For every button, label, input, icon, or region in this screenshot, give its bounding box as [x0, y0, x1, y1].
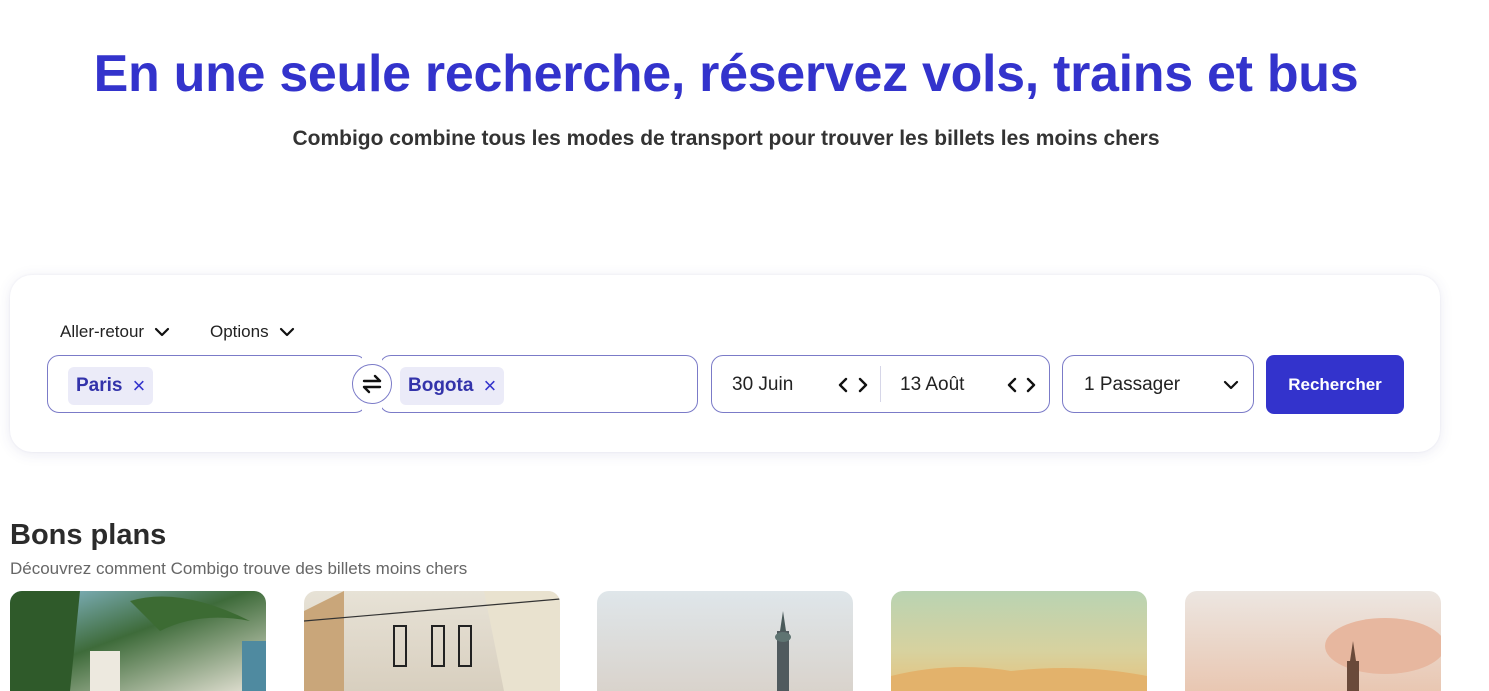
- palm-photo-icon: [10, 591, 266, 691]
- remove-origin-icon[interactable]: ×: [132, 375, 145, 397]
- chevron-down-icon: [1223, 380, 1239, 390]
- trip-type-label: Aller-retour: [60, 322, 145, 341]
- deal-card-image[interactable]: [304, 591, 560, 691]
- swap-button[interactable]: [352, 364, 392, 404]
- church-tower-photo-icon: [775, 611, 791, 691]
- dates-field[interactable]: 30 Juin 13 Août: [711, 355, 1050, 413]
- passengers-label: 1 Passager: [1084, 374, 1181, 395]
- city-photo-icon: [1325, 618, 1441, 691]
- remove-destination-icon[interactable]: ×: [483, 375, 496, 397]
- deal-card-image[interactable]: [1185, 591, 1441, 691]
- passengers-select[interactable]: 1 Passager: [1062, 355, 1254, 413]
- hero-subtitle: Combigo combine tous les modes de transp…: [292, 127, 1160, 150]
- prev-return-icon[interactable]: [1005, 376, 1019, 394]
- next-departure-icon[interactable]: [856, 376, 870, 394]
- origin-chip-label: Paris: [76, 375, 123, 396]
- destination-field[interactable]: Bogota ×: [379, 355, 698, 413]
- deals-subtitle: Découvrez comment Combigo trouve des bil…: [10, 559, 468, 578]
- hero-title: En une seule recherche, réservez vols, t…: [93, 45, 1359, 103]
- landscape-photo-icon: [891, 667, 1147, 691]
- destination-chip-label: Bogota: [408, 375, 474, 396]
- trip-type-dropdown[interactable]: Aller-retour: [60, 319, 170, 345]
- chevron-down-icon: [279, 327, 294, 337]
- origin-chip: Paris ×: [68, 367, 154, 405]
- origin-field[interactable]: Paris ×: [47, 355, 367, 413]
- street-photo-icon: [304, 591, 560, 691]
- deal-card-image[interactable]: [891, 591, 1147, 691]
- chevron-down-icon: [154, 327, 170, 337]
- options-dropdown[interactable]: Options: [210, 319, 295, 345]
- next-return-icon[interactable]: [1024, 376, 1038, 394]
- prev-departure-icon[interactable]: [836, 376, 850, 394]
- deal-card-image[interactable]: [10, 591, 266, 691]
- date-divider: [880, 366, 881, 402]
- swap-arrows-icon: [362, 374, 382, 394]
- deals-title: Bons plans: [10, 519, 167, 551]
- destination-chip: Bogota ×: [400, 367, 505, 405]
- search-button[interactable]: Rechercher: [1266, 355, 1404, 414]
- return-date[interactable]: 13 Août: [900, 374, 964, 396]
- deal-card-image[interactable]: [597, 591, 853, 691]
- departure-date[interactable]: 30 Juin: [732, 374, 793, 396]
- options-label: Options: [210, 322, 269, 341]
